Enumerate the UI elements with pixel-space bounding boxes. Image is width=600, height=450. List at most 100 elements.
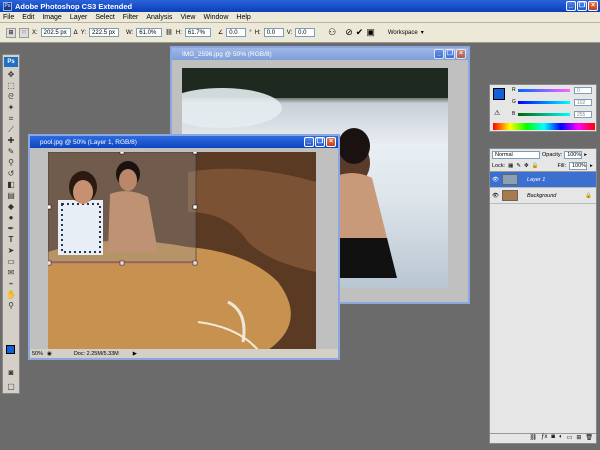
status-menu-icon[interactable]: ◉ <box>47 351 52 357</box>
clone-stamp-icon[interactable]: ⚲ <box>4 157 18 168</box>
menu-edit[interactable]: Edit <box>22 14 34 21</box>
layers-panel: Normal Opacity: 100% ▸ Lock: ▦ ✎ ✥ 🔒 Fil… <box>489 148 597 444</box>
screen-mode-icon[interactable]: ▢ <box>4 381 18 392</box>
document-title-bar[interactable]: IMG_2596.jpg @ 50% (RGB/8) _ ❐ × <box>172 48 468 60</box>
restore-icon[interactable]: ❐ <box>577 1 587 11</box>
r-value[interactable]: 0 <box>574 87 592 94</box>
link-layers-icon[interactable]: ⛓ <box>529 434 537 443</box>
trash-icon[interactable]: 🗑 <box>585 434 593 443</box>
chevron-right-icon[interactable]: ▸ <box>590 163 593 169</box>
crop-tool-icon[interactable]: ⌗ <box>4 113 18 124</box>
width-field[interactable]: 61.0% <box>136 28 163 37</box>
gradient-tool-icon[interactable]: ▤ <box>4 190 18 201</box>
menu-image[interactable]: Image <box>42 14 61 21</box>
foreground-color-swatch[interactable] <box>6 345 15 354</box>
g-value[interactable]: 102 <box>574 99 592 106</box>
reference-point-icon[interactable]: ⁙ <box>19 27 29 38</box>
eraser-tool-icon[interactable]: ◧ <box>4 179 18 190</box>
fill-field[interactable]: 100% <box>569 162 587 170</box>
menu-window[interactable]: Window <box>203 14 228 21</box>
zoom-tool-icon[interactable]: ⚲ <box>4 300 18 311</box>
restore-icon[interactable]: ❐ <box>315 137 325 147</box>
layer-row-background[interactable]: 👁 Background 🔒 <box>490 188 596 204</box>
layer-mask-icon[interactable]: ◙ <box>551 434 555 443</box>
menu-layer[interactable]: Layer <box>70 14 88 21</box>
restore-icon[interactable]: ❐ <box>445 49 455 59</box>
ps-logo: Ps <box>4 57 18 67</box>
blend-mode-select[interactable]: Normal <box>492 151 540 159</box>
menu-analysis[interactable]: Analysis <box>146 14 172 21</box>
camera-icon[interactable]: ▣ <box>366 27 375 38</box>
layer-row-layer1[interactable]: 👁 Layer 1 <box>490 172 596 188</box>
color-spectrum-bar[interactable] <box>493 123 595 130</box>
workspace-menu[interactable]: Workspace <box>388 30 418 36</box>
pen-tool-icon[interactable]: ✒ <box>4 223 18 234</box>
blur-tool-icon[interactable]: ◆ <box>4 201 18 212</box>
minimize-icon[interactable]: _ <box>434 49 444 59</box>
new-group-icon[interactable]: ▭ <box>567 434 573 443</box>
lasso-tool-icon[interactable]: ᘓ <box>4 91 18 102</box>
r-slider[interactable] <box>518 89 570 92</box>
transform-tool-icon[interactable]: ⊞ <box>6 27 16 38</box>
minimize-icon[interactable]: _ <box>566 1 576 11</box>
lock-transparency-icon[interactable]: ▦ <box>508 163 513 169</box>
dodge-tool-icon[interactable]: ● <box>4 212 18 223</box>
zoom-level[interactable]: 50% <box>32 351 43 357</box>
lock-image-icon[interactable]: ✎ <box>516 163 521 169</box>
adjustment-layer-icon[interactable]: ◐ <box>559 434 563 443</box>
close-icon[interactable]: × <box>456 49 466 59</box>
commit-transform-icon[interactable]: ✔ <box>356 27 364 38</box>
lock-position-icon[interactable]: ✥ <box>524 163 529 169</box>
chevron-down-icon[interactable]: ▾ <box>421 29 424 36</box>
magic-wand-icon[interactable]: ✦ <box>4 102 18 113</box>
brush-tool-icon[interactable]: ✎ <box>4 146 18 157</box>
y-field[interactable]: 222.5 px <box>89 28 120 37</box>
vskew-field[interactable]: 0.0 <box>295 28 316 37</box>
quick-mask-icon[interactable]: ◙ <box>4 367 18 378</box>
menu-file[interactable]: File <box>3 14 14 21</box>
menu-filter[interactable]: Filter <box>123 14 139 21</box>
link-icon[interactable]: ⛓ <box>165 29 173 36</box>
x-field[interactable]: 202.5 px <box>40 28 71 37</box>
notes-tool-icon[interactable]: ✉ <box>4 267 18 278</box>
minimize-icon[interactable]: _ <box>304 137 314 147</box>
menu-view[interactable]: View <box>180 14 195 21</box>
document-window-pool[interactable]: pool.jpg @ 50% (Layer 1, RGB/8) _ ❐ × 50… <box>28 134 340 360</box>
path-select-icon[interactable]: ➤ <box>4 245 18 256</box>
type-tool-icon[interactable]: T <box>4 234 18 245</box>
status-arrow-icon[interactable]: ▶ <box>133 351 137 357</box>
document-title-bar[interactable]: pool.jpg @ 50% (Layer 1, RGB/8) _ ❐ × <box>30 136 338 148</box>
marquee-tool-icon[interactable]: ⬚ <box>4 80 18 91</box>
history-brush-icon[interactable]: ↺ <box>4 168 18 179</box>
chevron-right-icon[interactable]: ▸ <box>584 152 587 158</box>
g-slider[interactable] <box>518 101 570 104</box>
hskew-field[interactable]: 0.0 <box>263 28 284 37</box>
eye-icon[interactable]: 👁 <box>492 177 499 183</box>
b-value[interactable]: 255 <box>574 111 592 118</box>
menu-help[interactable]: Help <box>236 14 250 21</box>
close-icon[interactable]: × <box>326 137 336 147</box>
slice-tool-icon[interactable]: ⟋ <box>4 124 18 135</box>
color-fg-swatch[interactable] <box>493 88 505 100</box>
layer-style-icon[interactable]: ƒx <box>541 434 547 443</box>
b-slider[interactable] <box>518 113 570 116</box>
height-field[interactable]: 61.7% <box>184 28 211 37</box>
new-layer-icon[interactable]: ⊞ <box>576 434 581 443</box>
layer-name[interactable]: Layer 1 <box>527 177 545 183</box>
cancel-transform-icon[interactable]: ⊘ <box>345 27 353 38</box>
move-tool-icon[interactable]: ✥ <box>4 69 18 80</box>
warning-icon[interactable]: ⚠ <box>494 109 500 117</box>
warp-icon[interactable]: ⚇ <box>328 27 336 38</box>
eye-icon[interactable]: 👁 <box>492 193 499 199</box>
eyedropper-icon[interactable]: ⌁ <box>4 278 18 289</box>
shape-tool-icon[interactable]: ▭ <box>4 256 18 267</box>
layer-name[interactable]: Background <box>527 193 556 199</box>
close-icon[interactable]: × <box>588 1 598 11</box>
hand-tool-icon[interactable]: ✋ <box>4 289 18 300</box>
document-canvas-area[interactable] <box>30 148 338 350</box>
opacity-field[interactable]: 100% <box>564 151 583 159</box>
menu-select[interactable]: Select <box>95 14 114 21</box>
lock-all-icon[interactable]: 🔒 <box>532 163 539 169</box>
healing-brush-icon[interactable]: ✚ <box>4 135 18 146</box>
angle-field[interactable]: 0.0 <box>226 28 247 37</box>
